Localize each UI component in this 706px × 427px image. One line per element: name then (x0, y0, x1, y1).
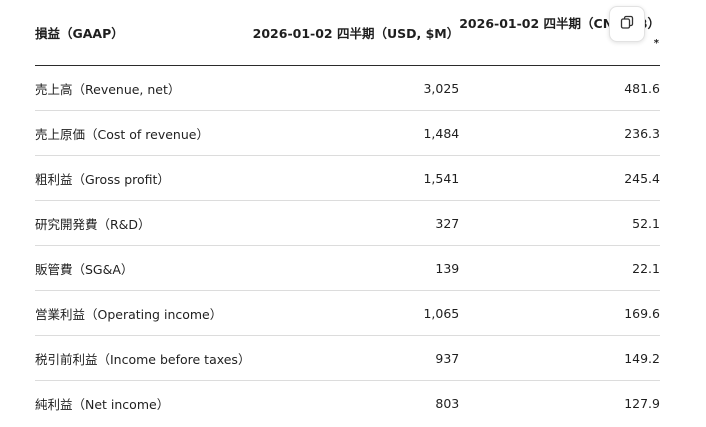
row-usd-value: 937 (252, 335, 460, 381)
table-row: 研究開発費（R&D） 327 52.1 (35, 200, 660, 246)
header-row: 損益（GAAP） 2026-01-02 四半期（USD, $M） 2026-01… (35, 0, 660, 66)
row-label: 売上原価（Cost of revenue） (35, 110, 253, 156)
row-usd-value: 327 (252, 200, 460, 246)
row-usd-value: 803 (435, 395, 460, 411)
header-asterisk: * (653, 38, 659, 49)
table-row: 粗利益（Gross profit） 1,541 245.4 (35, 155, 660, 201)
copy-button[interactable] (609, 6, 645, 42)
table-row: 販管費（SG&A） 139 22.1 (35, 245, 660, 291)
row-label: 販管費（SG&A） (35, 245, 253, 291)
row-cny-value: 245.4 (459, 155, 660, 201)
financial-table-container: 損益（GAAP） 2026-01-02 四半期（USD, $M） 2026-01… (0, 0, 706, 427)
copy-icon (619, 14, 635, 34)
table-row: 売上原価（Cost of revenue） 1,484 236.3 (35, 110, 660, 156)
row-cny-value: 481.6 (459, 65, 660, 111)
income-statement-table: 損益（GAAP） 2026-01-02 四半期（USD, $M） 2026-01… (35, 0, 660, 425)
row-cny-value: 127.9 (624, 395, 660, 411)
row-usd-value: 3,025 (252, 65, 460, 111)
row-usd-value: 1,541 (252, 155, 460, 201)
table-row: 純利益（Net income） 803 127.9 (35, 381, 660, 426)
row-cny-value: 236.3 (459, 110, 660, 156)
table-row: 売上高（Revenue, net） 3,025 481.6 (35, 65, 660, 111)
row-label: 売上高（Revenue, net） (35, 65, 253, 111)
row-label: 税引前利益（Income before taxes） (35, 335, 253, 381)
row-cny-value: 22.1 (459, 245, 660, 291)
row-label: 純利益（Net income） (35, 396, 170, 412)
table-body: 売上高（Revenue, net） 3,025 481.6 売上原価（Cost … (35, 65, 660, 426)
row-label: 営業利益（Operating income） (35, 290, 253, 336)
row-label: 粗利益（Gross profit） (35, 155, 253, 201)
row-usd-value: 1,065 (252, 290, 460, 336)
header-usd: 2026-01-02 四半期（USD, $M） (252, 0, 460, 66)
table-row: 営業利益（Operating income） 1,065 169.6 (35, 290, 660, 336)
header-label: 損益（GAAP） (35, 0, 253, 66)
row-cny-value: 169.6 (459, 290, 660, 336)
table-row: 税引前利益（Income before taxes） 937 149.2 (35, 335, 660, 381)
row-cny-value: 149.2 (459, 335, 660, 381)
row-cny-value: 52.1 (459, 200, 660, 246)
row-label: 研究開発費（R&D） (35, 200, 253, 246)
row-usd-value: 139 (252, 245, 460, 291)
row-usd-value: 1,484 (252, 110, 460, 156)
table-header: 損益（GAAP） 2026-01-02 四半期（USD, $M） 2026-01… (35, 0, 660, 66)
